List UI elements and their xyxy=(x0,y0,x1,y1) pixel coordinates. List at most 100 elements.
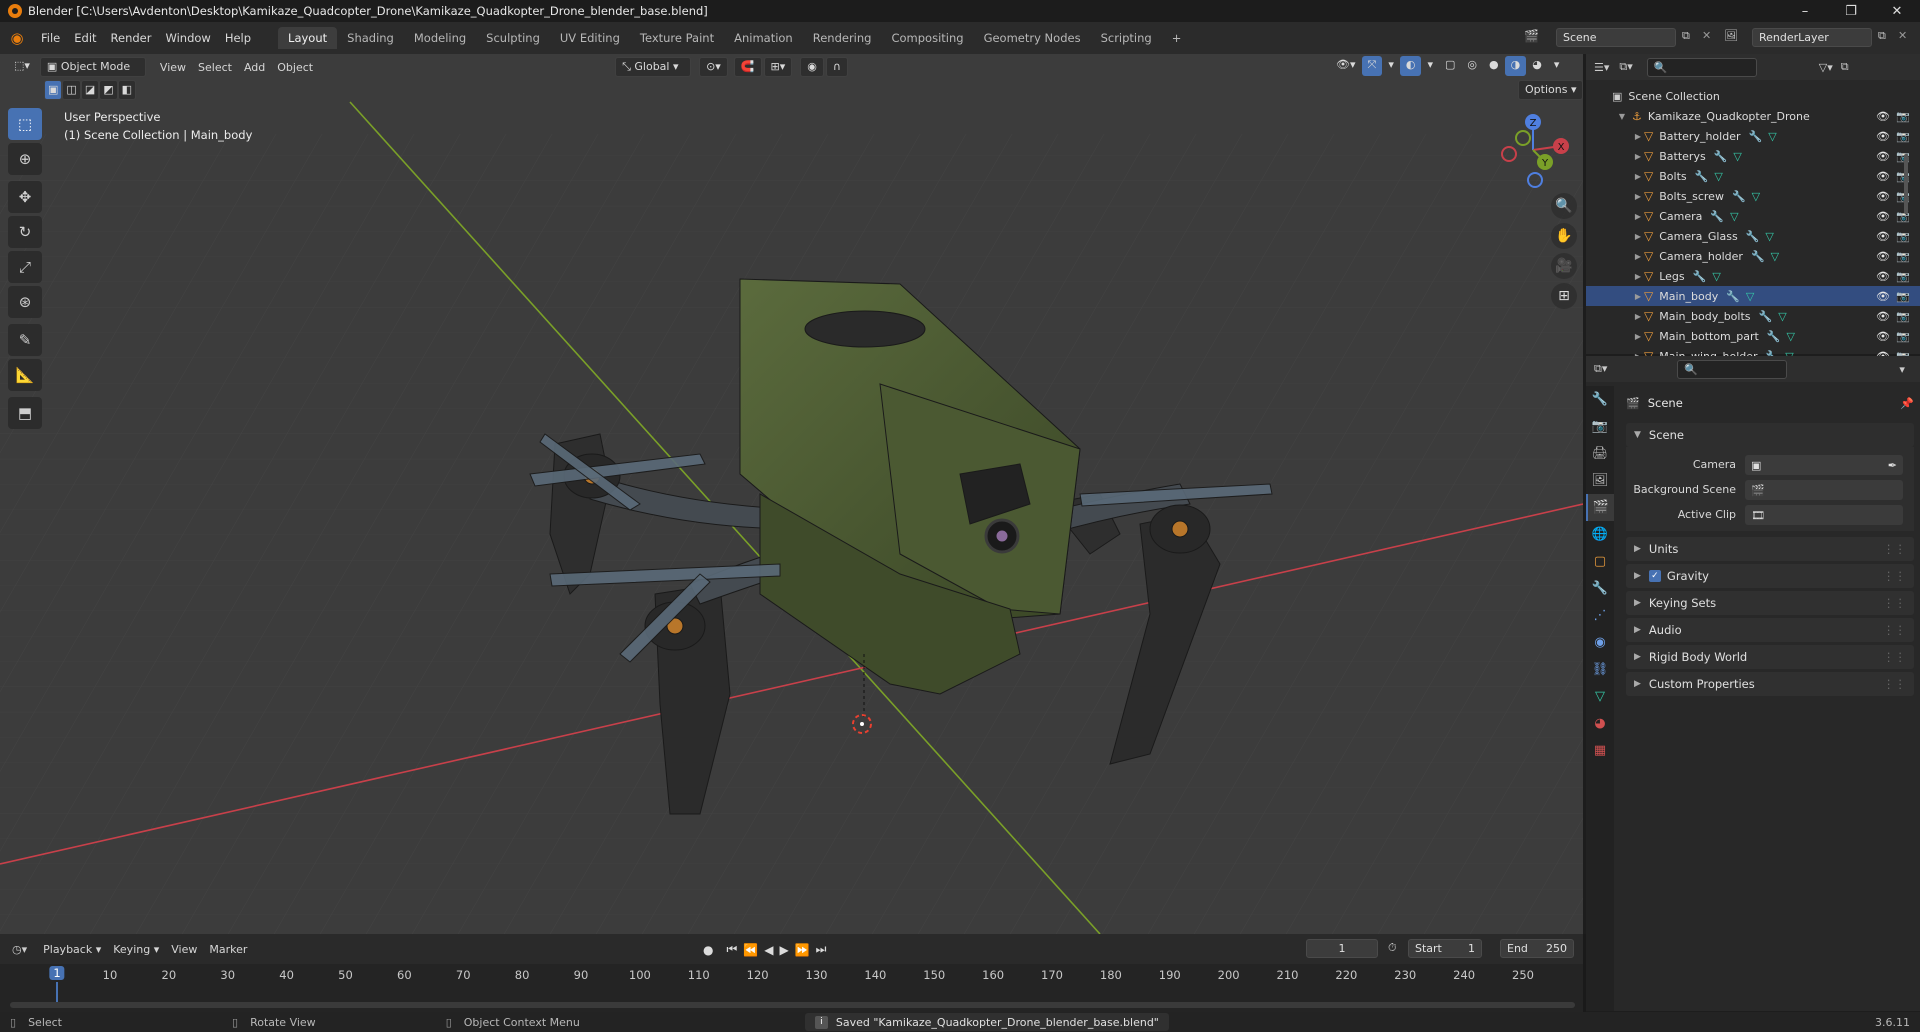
mesh-data-icon[interactable]: ▽ xyxy=(1733,150,1741,163)
close-button[interactable]: ✕ xyxy=(1874,0,1920,22)
snap-target-dropdown[interactable]: ⊞▾ xyxy=(763,57,793,77)
next-keyframe-icon[interactable]: ⏩ xyxy=(795,943,810,957)
expand-triangle-icon[interactable]: ▶ xyxy=(1632,332,1644,341)
expand-triangle-icon[interactable]: ▶ xyxy=(1632,172,1644,181)
object-tab-icon[interactable]: ▢ xyxy=(1586,548,1614,575)
camera-field[interactable]: ▣ ✒ xyxy=(1745,455,1903,475)
properties-search-input[interactable]: 🔍 xyxy=(1677,359,1788,379)
viewport-menu-view[interactable]: View xyxy=(154,61,192,74)
mesh-data-icon[interactable]: ▽ xyxy=(1768,130,1776,143)
expand-triangle-icon[interactable]: ▶ xyxy=(1632,312,1644,321)
jump-start-icon[interactable]: ⏮ xyxy=(726,942,737,957)
overlays-toggle-icon[interactable]: ◐ xyxy=(1399,56,1422,76)
tab-geometry-nodes[interactable]: Geometry Nodes xyxy=(974,27,1091,49)
outliner-object-row[interactable]: ▶ ▽ Battery_holder 🔧 ▽ 👁 📷 xyxy=(1586,126,1920,146)
outliner-object-row[interactable]: ▶ ▽ Camera_Glass 🔧 ▽ 👁 📷 xyxy=(1586,226,1920,246)
viewport-menu-add[interactable]: Add xyxy=(238,61,271,74)
outliner-object-row[interactable]: ▶ ▽ Legs 🔧 ▽ 👁 📷 xyxy=(1586,266,1920,286)
mesh-data-icon[interactable]: ▽ xyxy=(1778,310,1786,323)
timeline-menu-view[interactable]: View xyxy=(165,943,203,956)
tab-scripting[interactable]: Scripting xyxy=(1091,27,1162,49)
drag-handle-icon[interactable]: ⋮⋮ xyxy=(1883,596,1906,610)
mesh-data-icon[interactable]: ▽ xyxy=(1730,210,1738,223)
outliner-object-row[interactable]: ▶▽Bolts🔧▽👁📷 xyxy=(1586,166,1920,186)
render-camera-icon[interactable]: 📷 xyxy=(1896,250,1910,263)
rotate-tool-icon[interactable]: ↻ xyxy=(8,216,42,248)
measure-tool-icon[interactable]: 📐 xyxy=(8,359,42,391)
mesh-data-icon[interactable]: ▽ xyxy=(1787,330,1795,343)
3d-viewport[interactable] xyxy=(0,54,1583,934)
pin-icon[interactable]: 📌 xyxy=(1900,397,1914,410)
drag-handle-icon[interactable]: ⋮⋮ xyxy=(1883,569,1906,583)
data-tab-icon[interactable]: ▽ xyxy=(1586,683,1614,710)
outliner-object-row[interactable]: ▶ ▽ Main_body_bolts 🔧 ▽ 👁 📷 xyxy=(1586,306,1920,326)
modifier-icon[interactable]: 🔧 xyxy=(1751,250,1765,263)
modifier-icon[interactable]: 🔧 xyxy=(1695,170,1709,183)
timeline-menu-marker[interactable]: Marker xyxy=(203,943,253,956)
drag-handle-icon[interactable]: ⋮⋮ xyxy=(1883,650,1906,664)
modifier-icon[interactable]: 🔧 xyxy=(1748,130,1762,143)
properties-options-icon[interactable]: ▾ xyxy=(1899,363,1905,376)
gizmo-toggle-icon[interactable]: ⤧ xyxy=(1361,56,1383,76)
camera-view-icon[interactable]: 🎥 xyxy=(1551,253,1577,279)
add-cube-tool-icon[interactable]: ⬒ xyxy=(8,397,42,429)
render-camera-icon[interactable]: 📷 xyxy=(1896,330,1910,343)
frame-ruler[interactable]: 1 10 20 30 40 50 60 70 80 90 100 110 120 130 140 150 160… xyxy=(0,964,1583,1006)
mesh-data-icon[interactable]: ▽ xyxy=(1752,190,1760,203)
modifier-icon[interactable]: 🔧 xyxy=(1710,210,1724,223)
current-frame-field[interactable]: 1 xyxy=(1306,939,1378,958)
expand-triangle-icon[interactable]: ▼ xyxy=(1616,112,1628,121)
transform-orientation-dropdown[interactable]: ⤡ Global ▾ xyxy=(615,57,692,77)
outliner-object-row[interactable]: ▶ ▽ Camera_holder 🔧 ▽ 👁 📷 xyxy=(1586,246,1920,266)
render-camera-icon[interactable]: 📷 xyxy=(1896,270,1910,283)
eye-icon[interactable]: 👁 xyxy=(1876,190,1890,203)
outliner-editor-icon[interactable]: ☰▾ xyxy=(1594,61,1609,74)
outliner-search-input[interactable]: 🔍 xyxy=(1646,57,1757,77)
expand-triangle-icon[interactable]: ▶ xyxy=(1632,232,1644,241)
filter-icon[interactable]: ▽▾ xyxy=(1819,61,1833,74)
outliner-object-row[interactable]: ▶▽Batterys🔧▽👁📷 xyxy=(1586,146,1920,166)
options-dropdown[interactable]: Options ▾ xyxy=(1518,80,1584,100)
delete-renderlayer-icon[interactable]: ✕ xyxy=(1898,29,1907,42)
material-tab-icon[interactable]: ◕ xyxy=(1586,710,1614,737)
eye-icon[interactable]: 👁 xyxy=(1876,330,1890,343)
move-tool-icon[interactable]: ✥ xyxy=(8,181,42,213)
background-scene-field[interactable]: 🎬 xyxy=(1745,480,1903,500)
render-camera-icon[interactable]: 📷 xyxy=(1896,130,1910,143)
record-icon[interactable]: ● xyxy=(703,943,713,957)
zoom-icon[interactable]: 🔍 xyxy=(1551,193,1577,219)
jump-end-icon[interactable]: ⏭ xyxy=(816,942,827,957)
timeline-editor-icon[interactable]: ◷▾ xyxy=(12,943,27,956)
render-camera-icon[interactable]: 📷 xyxy=(1896,290,1910,303)
end-frame-field[interactable]: End 250 xyxy=(1500,939,1574,958)
navigation-gizmo[interactable]: Z X Y xyxy=(1493,110,1573,190)
eye-icon[interactable]: 👁 xyxy=(1876,230,1890,243)
modifier-tab-icon[interactable]: 🔧 xyxy=(1586,575,1614,602)
tab-sculpting[interactable]: Sculpting xyxy=(476,27,550,49)
tab-compositing[interactable]: Compositing xyxy=(881,27,973,49)
outliner-object-row[interactable]: ▶ ▽ Camera 🔧 ▽ 👁 📷 xyxy=(1586,206,1920,226)
eye-icon[interactable]: 👁 xyxy=(1876,290,1890,303)
physics-tab-icon[interactable]: ◉ xyxy=(1586,629,1614,656)
renderlayer-icon[interactable]: 🖼 xyxy=(1724,29,1738,42)
select-new-icon[interactable]: ▣ xyxy=(44,80,63,100)
properties-editor-icon[interactable]: ⧉▾ xyxy=(1594,362,1607,376)
eye-icon[interactable]: 👁 xyxy=(1876,110,1890,123)
display-mode-icon[interactable]: ⧉▾ xyxy=(1619,60,1632,74)
expand-triangle-icon[interactable]: ▶ xyxy=(1632,132,1644,141)
area-divider[interactable] xyxy=(1583,934,1586,1012)
renderlayer-field[interactable]: RenderLayer xyxy=(1752,28,1872,47)
rendered-shading-icon[interactable]: ◕ xyxy=(1526,56,1548,76)
timeline-menu-playback[interactable]: Playback ▾ xyxy=(37,943,107,956)
tab-rendering[interactable]: Rendering xyxy=(803,27,882,49)
eye-icon[interactable]: 👁 xyxy=(1876,210,1890,223)
modifier-icon[interactable]: 🔧 xyxy=(1693,270,1707,283)
select-invert-icon[interactable]: ◩ xyxy=(99,80,118,100)
render-camera-icon[interactable]: 📷 xyxy=(1896,310,1910,323)
panel-rigid-body-world[interactable]: ▶ Rigid Body World ⋮⋮ xyxy=(1626,645,1914,669)
new-renderlayer-icon[interactable]: ⧉ xyxy=(1878,29,1886,43)
new-scene-icon[interactable]: ⧉ xyxy=(1682,29,1690,43)
particles-tab-icon[interactable]: ⋰ xyxy=(1586,602,1614,629)
viewport-menu-object[interactable]: Object xyxy=(271,61,319,74)
scene-field[interactable]: Scene xyxy=(1556,28,1676,47)
